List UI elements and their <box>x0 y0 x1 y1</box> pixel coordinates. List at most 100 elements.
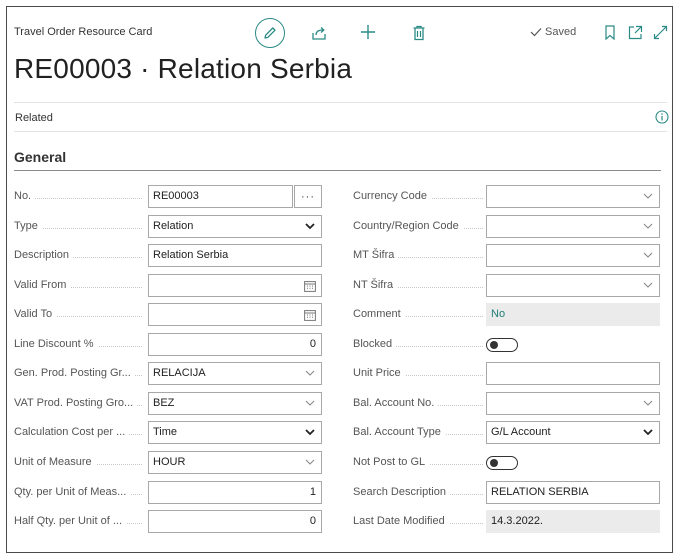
field-label: Search Description <box>353 481 483 504</box>
section-title[interactable]: General <box>14 149 66 165</box>
country-region-code-select[interactable] <box>486 214 660 238</box>
unit-price-input[interactable] <box>486 362 660 386</box>
field-row-unit-of-measure: Unit of Measure HOUR <box>14 450 322 474</box>
calendar-icon[interactable] <box>304 280 316 292</box>
card-caption: Travel Order Resource Card <box>14 26 153 38</box>
field-row-comment: Comment No <box>353 303 661 327</box>
field-label-text: Description <box>14 249 74 262</box>
line-discount-input[interactable]: 0 <box>148 332 322 356</box>
field-label: MT Šifra <box>353 244 483 267</box>
chevron-down-icon <box>643 429 653 436</box>
currency-code-select[interactable] <box>486 185 660 208</box>
field-row-currency-code: Currency Code <box>353 185 661 208</box>
field-label: Comment <box>353 303 483 326</box>
plus-icon <box>361 25 375 39</box>
calculation-cost-per-select[interactable]: Time <box>148 421 322 445</box>
trash-icon <box>413 25 425 41</box>
field-label-text: Valid To <box>14 308 57 321</box>
field-label-text: Bal. Account Type <box>353 426 445 439</box>
qty-per-unit-of-meas-input[interactable]: 1 <box>148 480 322 504</box>
field-value: HOUR <box>153 455 186 468</box>
vat-prod-posting-gro-select[interactable]: BEZ <box>148 391 322 415</box>
gen-prod-posting-gr-select[interactable]: RELACIJA <box>148 362 322 386</box>
field-value: BEZ <box>153 396 175 409</box>
bal-account-type-select[interactable]: G/L Account <box>486 421 660 445</box>
field-label-text: Bal. Account No. <box>353 396 439 409</box>
field-value: 0 <box>309 515 316 528</box>
field-row-country-region-code: Country/Region Code <box>353 214 661 238</box>
field-label: No. <box>14 185 142 208</box>
chevron-down-icon <box>643 252 653 258</box>
expand-button[interactable] <box>652 24 668 40</box>
field-value: No <box>491 308 506 321</box>
half-qty-per-unit-of-input[interactable]: 0 <box>148 510 322 534</box>
field-label: Gen. Prod. Posting Gr... <box>14 362 142 385</box>
chevron-down-icon <box>643 193 653 199</box>
bookmark-button[interactable] <box>603 24 617 40</box>
field-label: Last Date Modified <box>353 510 483 533</box>
field-label-text: MT Šifra <box>353 249 399 262</box>
related-label[interactable]: Related <box>15 112 53 124</box>
field-row-blocked: Blocked <box>353 333 661 356</box>
info-icon[interactable] <box>655 110 669 124</box>
pencil-icon <box>264 27 276 39</box>
saved-label: Saved <box>545 26 577 38</box>
blocked-toggle[interactable] <box>486 337 518 352</box>
saved-status: Saved <box>530 26 576 38</box>
field-label-text: Blocked <box>353 337 397 350</box>
valid-from-date-input[interactable] <box>148 273 322 297</box>
share-icon <box>312 27 326 40</box>
no-input[interactable]: RE00003 <box>148 185 293 208</box>
field-row-calculation-cost-per: Calculation Cost per ... Time <box>14 421 322 445</box>
valid-to-date-input[interactable] <box>148 303 322 327</box>
related-bar[interactable]: Related <box>14 102 669 132</box>
field-label-text: Line Discount % <box>14 337 98 350</box>
field-row-type: Type Relation <box>14 214 322 238</box>
popout-button[interactable] <box>627 24 643 40</box>
field-label: Not Post to GL <box>353 451 483 474</box>
field-row-half-qty-per-unit-of: Half Qty. per Unit of ... 0 <box>14 510 322 534</box>
nt-ifra-select[interactable] <box>486 273 660 297</box>
type-select[interactable]: Relation <box>148 214 322 238</box>
new-button[interactable] <box>359 23 377 41</box>
field-value: Time <box>153 426 178 439</box>
calendar-icon[interactable] <box>304 309 316 322</box>
share-button[interactable] <box>310 24 328 42</box>
search-description-input[interactable]: RELATION SERBIA <box>486 480 660 504</box>
field-label-text: Search Description <box>353 485 450 498</box>
field-label-text: Calculation Cost per ... <box>14 426 130 439</box>
chevron-down-icon <box>305 400 315 406</box>
field-label: Bal. Account No. <box>353 392 483 415</box>
field-label: Type <box>14 215 142 238</box>
field-label-text: Unit Price <box>353 367 405 380</box>
check-icon <box>530 28 542 37</box>
page-frame: Travel Order Resource Card Saved RE00003… <box>6 6 673 553</box>
no-assist-button[interactable]: ··· <box>294 185 322 208</box>
last-date-modified-input: 14.3.2022. <box>486 510 660 534</box>
comment-input[interactable]: No <box>486 303 660 327</box>
mt-ifra-select[interactable] <box>486 244 660 268</box>
popout-icon <box>628 25 642 39</box>
field-value: 1 <box>309 485 316 498</box>
field-row-no: No. RE00003 ··· <box>14 185 322 208</box>
field-label-text: Type <box>14 219 42 232</box>
bal-account-no-select[interactable] <box>486 391 660 415</box>
field-label-text: NT Šifra <box>353 278 398 291</box>
unit-of-measure-select[interactable]: HOUR <box>148 450 322 474</box>
field-row-mt-ifra: MT Šifra <box>353 244 661 268</box>
bookmark-icon <box>605 24 615 40</box>
not-post-to-gl-toggle[interactable] <box>486 455 518 470</box>
top-action-bar: Travel Order Resource Card Saved <box>7 7 672 57</box>
field-label: Qty. per Unit of Meas... <box>14 481 142 504</box>
delete-button[interactable] <box>410 24 428 42</box>
field-label-text: No. <box>14 190 36 202</box>
field-value: RE00003 <box>153 190 199 202</box>
chevron-down-icon <box>305 459 315 465</box>
field-row-unit-price: Unit Price <box>353 362 661 386</box>
description-input[interactable]: Relation Serbia <box>148 244 322 268</box>
field-row-qty-per-unit-of-meas: Qty. per Unit of Meas... 1 <box>14 480 322 504</box>
field-label: Valid To <box>14 303 142 326</box>
chevron-down-icon <box>643 282 653 288</box>
field-row-search-description: Search Description RELATION SERBIA <box>353 480 661 504</box>
edit-button[interactable] <box>255 18 285 48</box>
